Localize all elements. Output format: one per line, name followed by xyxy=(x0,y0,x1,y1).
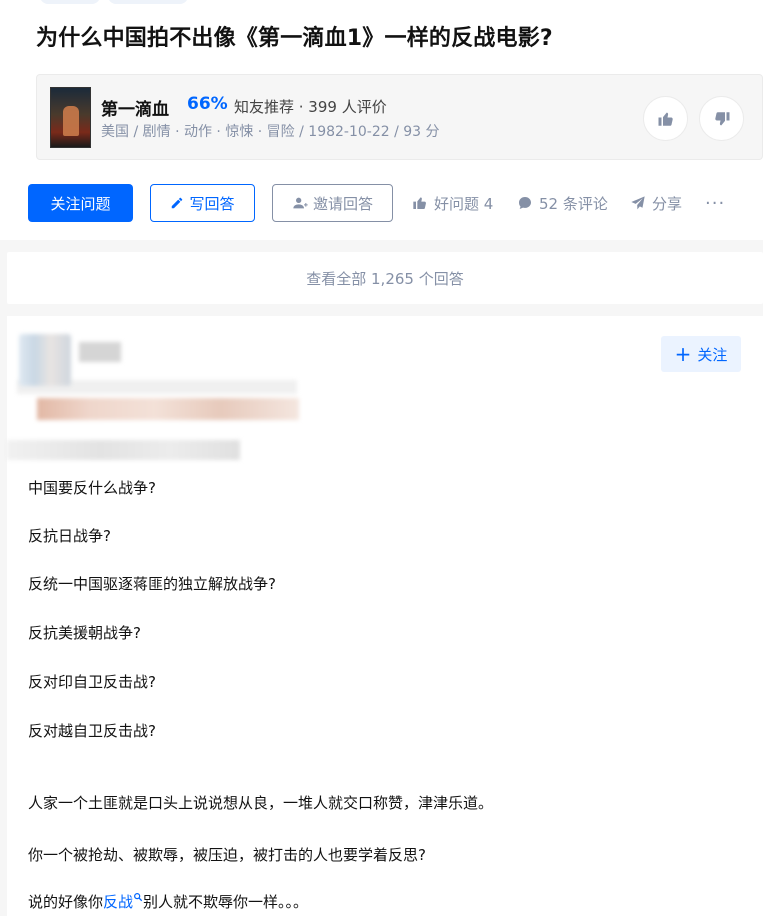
vote-count-blurred xyxy=(7,440,240,460)
view-all-answers-link[interactable]: 查看全部 1,265 个回答 xyxy=(7,252,763,304)
share-label: 分享 xyxy=(652,194,683,213)
paper-plane-icon xyxy=(631,196,645,210)
follow-question-button[interactable]: 关注问题 xyxy=(28,184,133,222)
answer-paragraph: 你一个被抢劫、被欺辱，被压迫，被打击的人也要学着反思? xyxy=(28,846,426,864)
answer-paragraph: 反抗美援朝战争? xyxy=(28,624,141,642)
movie-recommend: 知友推荐 · 399 人评价 xyxy=(234,98,387,116)
thumbs-down-icon xyxy=(714,111,729,125)
topic-tags xyxy=(40,0,196,4)
topic-tag[interactable] xyxy=(108,0,188,4)
share-button[interactable]: 分享 xyxy=(630,184,682,222)
answer-paragraph: 反统一中国驱逐蒋匪的独立解放战争? xyxy=(28,575,276,593)
write-answer-label: 写回答 xyxy=(189,194,235,213)
answer-paragraph: 中国要反什么战争? xyxy=(28,479,156,497)
follow-author-label: 关注 xyxy=(697,345,728,364)
movie-meta: 美国 / 剧情 · 动作 · 惊悚 · 冒险 / 1982-10-22 / 93… xyxy=(101,124,440,140)
add-user-icon xyxy=(293,197,308,209)
avatar[interactable] xyxy=(19,334,71,386)
invite-answer-label: 邀请回答 xyxy=(312,194,373,213)
movie-name: 第一滴血 xyxy=(101,100,169,120)
answer-paragraph: 反抗日战争? xyxy=(28,527,111,545)
keyword-search-link[interactable]: 反战 xyxy=(103,893,133,911)
pencil-icon xyxy=(172,197,183,209)
movie-rating: 66% xyxy=(187,94,228,114)
thumbs-up-icon xyxy=(413,197,426,209)
question-actions: 关注问题 写回答 邀请回答 好问题 4 52 条评论 分享 ··· xyxy=(0,184,763,224)
thumbs-up-button[interactable] xyxy=(643,96,688,141)
plus-icon: + xyxy=(674,342,692,366)
thumbs-down-button[interactable] xyxy=(699,96,744,141)
movie-card[interactable]: 第一滴血 66% 知友推荐 · 399 人评价 美国 / 剧情 · 动作 · 惊… xyxy=(36,74,763,160)
answer-card: + 关注 中国要反什么战争? 反抗日战争? 反统一中国驱逐蒋匪的独立解放战争? … xyxy=(7,316,763,916)
follow-author-button[interactable]: + 关注 xyxy=(661,336,741,372)
write-answer-button[interactable]: 写回答 xyxy=(150,184,255,222)
author-badge-blurred xyxy=(37,398,299,420)
search-icon xyxy=(134,893,143,902)
last-paragraph-end: 别人就不欺辱你一样。。。 xyxy=(143,893,309,911)
topic-tag[interactable] xyxy=(40,0,100,4)
question-card: 为什么中国拍不出像《第一滴血1》一样的反战电影? 第一滴血 66% 知友推荐 ·… xyxy=(0,0,763,240)
question-title: 为什么中国拍不出像《第一滴血1》一样的反战电影? xyxy=(36,26,553,51)
answer-paragraph: 反对印自卫反击战? xyxy=(28,673,156,691)
answer-paragraph: 反对越自卫反击战? xyxy=(28,722,156,740)
answer-paragraph-last: 说的好像你反战 别人就不欺辱你一样。。。 xyxy=(28,892,308,912)
comment-icon xyxy=(519,197,531,209)
more-options-button[interactable]: ··· xyxy=(705,184,725,222)
invite-answer-button[interactable]: 邀请回答 xyxy=(272,184,393,222)
movie-poster xyxy=(50,87,91,148)
author-name-blurred[interactable] xyxy=(79,342,121,362)
thumbs-up-icon xyxy=(658,112,673,126)
comment-button[interactable]: 52 条评论 xyxy=(517,184,608,222)
good-question-label: 好问题 4 xyxy=(434,194,494,213)
last-paragraph-start: 说的好像你 xyxy=(28,893,104,911)
comment-label: 52 条评论 xyxy=(539,194,608,213)
answer-paragraph: 人家一个土匪就是口头上说说想从良，一堆人就交口称赞，津津乐道。 xyxy=(28,794,494,812)
good-question-button[interactable]: 好问题 4 xyxy=(412,184,493,222)
